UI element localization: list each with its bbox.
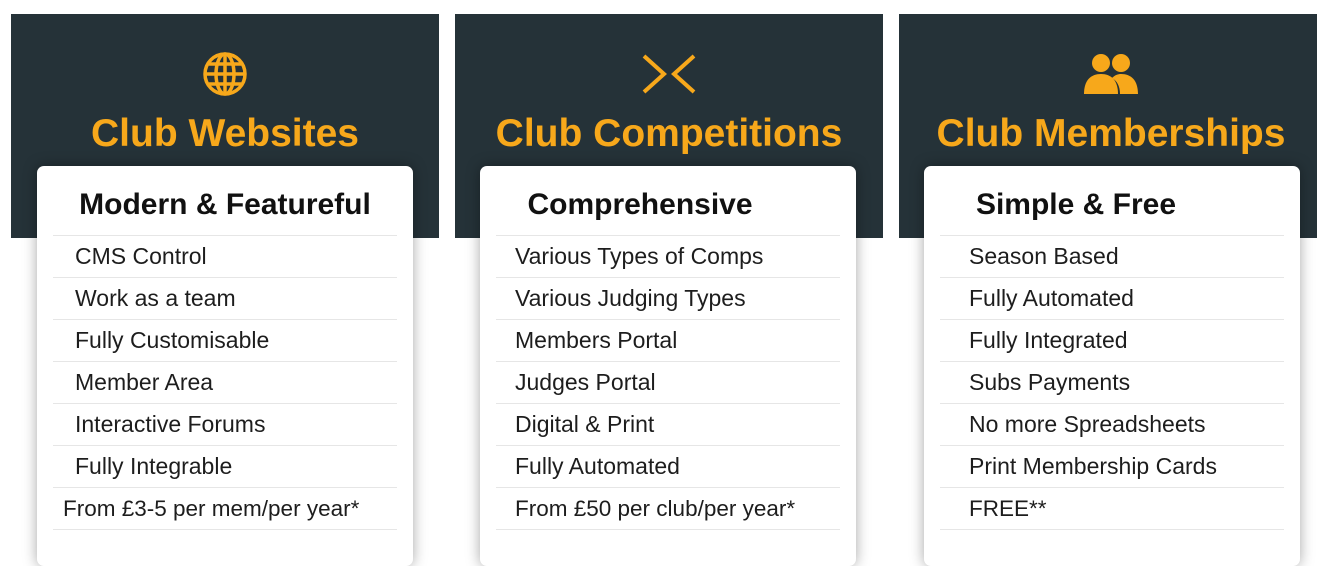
list-item: Members Portal	[496, 320, 840, 362]
list-item: Fully Integrable	[53, 446, 397, 488]
column-club-websites: Club Websites Modern & Featureful CMS Co…	[11, 0, 439, 566]
feature-list: Season Based Fully Automated Fully Integ…	[940, 235, 1284, 530]
price-item: From £3-5 per mem/per year*	[53, 488, 397, 530]
column-club-memberships: Club Memberships Simple & Free Season Ba…	[899, 0, 1317, 566]
list-item: Season Based	[940, 236, 1284, 278]
list-item: Interactive Forums	[53, 404, 397, 446]
feature-card-competitions: Comprehensive Various Types of Comps Var…	[480, 166, 856, 566]
list-item: Digital & Print	[496, 404, 840, 446]
list-item: Various Types of Comps	[496, 236, 840, 278]
list-item: Work as a team	[53, 278, 397, 320]
list-item: Print Membership Cards	[940, 446, 1284, 488]
price-item: From £50 per club/per year*	[496, 488, 840, 530]
list-item: Judges Portal	[496, 362, 840, 404]
list-item: No more Spreadsheets	[940, 404, 1284, 446]
feature-list: Various Types of Comps Various Judging T…	[496, 235, 840, 530]
feature-card-memberships: Simple & Free Season Based Fully Automat…	[924, 166, 1300, 566]
section-title: Club Websites	[91, 112, 359, 155]
feature-card-websites: Modern & Featureful CMS Control Work as …	[37, 166, 413, 566]
list-item: Fully Customisable	[53, 320, 397, 362]
feature-list: CMS Control Work as a team Fully Customi…	[53, 235, 397, 530]
list-item: Various Judging Types	[496, 278, 840, 320]
card-title: Comprehensive	[527, 188, 753, 221]
column-club-competitions: Club Competitions Comprehensive Various …	[455, 0, 883, 566]
card-title: Modern & Featureful	[79, 188, 371, 221]
competition-arrows-icon	[642, 54, 696, 94]
section-title: Club Memberships	[936, 112, 1286, 155]
list-item: Fully Integrated	[940, 320, 1284, 362]
list-item: Member Area	[53, 362, 397, 404]
section-title: Club Competitions	[495, 112, 843, 155]
list-item: Fully Automated	[496, 446, 840, 488]
price-item: FREE**	[940, 488, 1284, 530]
list-item: Subs Payments	[940, 362, 1284, 404]
globe-icon	[203, 52, 247, 96]
list-item: Fully Automated	[940, 278, 1284, 320]
list-item: CMS Control	[53, 236, 397, 278]
card-title: Simple & Free	[975, 188, 1177, 221]
users-icon	[1084, 54, 1138, 94]
